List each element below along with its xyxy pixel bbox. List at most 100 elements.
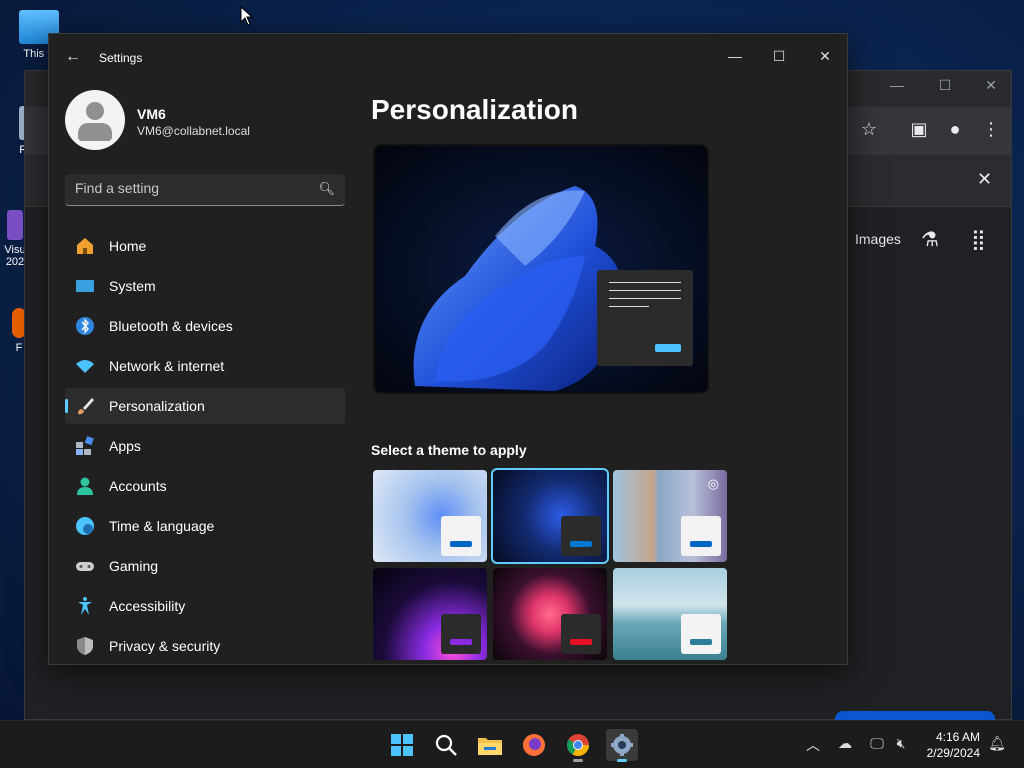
back-arrow-icon[interactable]: ← (65, 48, 81, 66)
theme-tile-flow[interactable] (613, 568, 727, 660)
taskbar-chrome[interactable] (562, 729, 594, 762)
wifi-icon (76, 360, 94, 373)
preview-line (609, 290, 681, 291)
avatar (65, 90, 125, 150)
search-icon (435, 734, 457, 756)
window-title: Settings (99, 51, 143, 65)
folder-icon (478, 738, 502, 755)
labs-flask-icon[interactable]: ⚗ (921, 227, 939, 252)
theme-accent-bar (690, 639, 712, 645)
sidebar-item-time-language[interactable]: Time & language (65, 508, 345, 544)
taskbar-firefox[interactable] (518, 729, 550, 761)
chrome-menu-icon[interactable]: ⋮ (979, 119, 1003, 140)
side-panel-icon[interactable]: ▣ (907, 119, 931, 140)
sidebar-item-bluetooth[interactable]: Bluetooth & devices (65, 308, 345, 344)
preview-button (655, 344, 681, 352)
sidebar-item-accessibility[interactable]: Accessibility (65, 588, 345, 624)
search-box[interactable]: 🔍︎ (65, 174, 345, 206)
sidebar-item-label: Accessibility (109, 598, 186, 614)
theme-accent-bar (690, 541, 712, 547)
desktop-icon-label: F (15, 342, 23, 354)
onedrive-cloud-icon[interactable]: ☁ (834, 735, 856, 752)
sidebar-item-label: Privacy & security (109, 638, 221, 654)
system-clock[interactable]: 4:16 AM 2/29/2024 (927, 729, 980, 761)
theme-heading: Select a theme to apply (371, 442, 527, 458)
theme-mini-window (681, 516, 721, 556)
firefox-icon (523, 734, 545, 756)
profile-icon[interactable]: ● (943, 119, 967, 140)
maximize-icon[interactable]: ☐ (763, 42, 795, 70)
search-icon[interactable]: 🔍︎ (318, 181, 335, 197)
sidebar-item-label: Accounts (109, 478, 167, 494)
sidebar-item-network[interactable]: Network & internet (65, 348, 345, 384)
home-icon (77, 238, 93, 254)
spotlight-icon: ◎ (707, 476, 719, 491)
chrome-icon (567, 734, 589, 756)
theme-tile-windows-light[interactable] (373, 470, 487, 562)
theme-tile-captured-motion[interactable] (493, 568, 607, 660)
minimize-icon[interactable]: — (885, 77, 909, 93)
sidebar-item-label: Time & language (109, 518, 215, 534)
sidebar-item-privacy[interactable]: Privacy & security (65, 628, 345, 664)
sidebar-item-label: System (109, 278, 156, 294)
sidebar-item-label: Home (109, 238, 147, 254)
close-icon[interactable]: ✕ (979, 77, 1003, 94)
visual-studio-icon (7, 210, 23, 240)
sidebar-item-label: Gaming (109, 558, 159, 574)
taskbar-file-explorer[interactable] (474, 729, 506, 761)
running-indicator (573, 759, 583, 762)
sidebar-item-gaming[interactable]: Gaming (65, 548, 345, 584)
shield-icon (77, 637, 93, 655)
preview-line (609, 282, 681, 283)
sidebar-item-accounts[interactable]: Accounts (65, 468, 345, 504)
theme-tile-windows-spotlight[interactable]: ◎ (613, 470, 727, 562)
search-input[interactable] (75, 180, 315, 196)
clock-date: 2/29/2024 (926, 746, 980, 760)
close-icon[interactable]: ✕ (977, 169, 992, 190)
theme-tile-glow[interactable] (373, 568, 487, 660)
clock-time: 4:16 AM (935, 730, 980, 744)
taskbar-settings[interactable] (606, 729, 638, 762)
theme-mini-window (441, 516, 481, 556)
network-icon[interactable]: 🖵︎ (866, 735, 888, 752)
minimize-icon[interactable]: — (719, 42, 751, 70)
preview-line (609, 306, 649, 307)
notification-bell-icon[interactable]: 🔔︎ (986, 735, 1008, 752)
sidebar-item-home[interactable]: Home (65, 228, 345, 264)
theme-preview (373, 144, 709, 394)
theme-tile-windows-dark[interactable] (491, 468, 609, 564)
theme-mini-window (561, 614, 601, 654)
brush-icon (78, 398, 94, 415)
bookmark-star-icon[interactable]: ☆ (857, 119, 881, 140)
start-button[interactable] (386, 729, 418, 761)
images-link[interactable]: Images (855, 231, 901, 247)
avatar-head (86, 102, 104, 120)
google-apps-icon[interactable]: ⣿ (971, 227, 986, 252)
page-title: Personalization (371, 94, 578, 125)
preview-dialog (597, 270, 693, 366)
theme-mini-window (441, 614, 481, 654)
active-indicator (617, 759, 627, 762)
chevron-up-icon[interactable]: ︿ (802, 735, 824, 755)
theme-accent-bar (570, 541, 592, 547)
theme-mini-window (681, 614, 721, 654)
theme-accent-bar (450, 639, 472, 645)
theme-accent-bar (570, 639, 592, 645)
bluetooth-icon (76, 317, 94, 335)
volume-muted-icon[interactable]: 🔇︎ (890, 735, 912, 752)
sidebar-item-personalization[interactable]: Personalization (65, 388, 345, 424)
user-name: VM6 (137, 106, 166, 122)
sidebar-item-apps[interactable]: Apps (65, 428, 345, 464)
sidebar-item-label: Apps (109, 438, 141, 454)
sidebar-nav: Home System Bluetooth & devices Network … (65, 228, 345, 664)
sidebar-item-label: Bluetooth & devices (109, 318, 233, 334)
sidebar-item-system[interactable]: System (65, 268, 345, 304)
taskbar-search-button[interactable] (430, 729, 462, 761)
maximize-icon[interactable]: ☐ (933, 77, 957, 94)
theme-accent-bar (450, 541, 472, 547)
windows-logo-icon (391, 734, 413, 756)
taskbar: ︿ ☁ 🖵︎ 🔇︎ 4:16 AM 2/29/2024 🔔︎ (0, 720, 1024, 768)
close-icon[interactable]: ✕ (809, 42, 841, 70)
globe-icon (76, 517, 94, 535)
avatar-body (78, 123, 112, 141)
